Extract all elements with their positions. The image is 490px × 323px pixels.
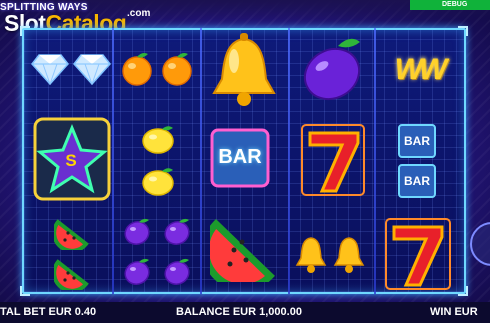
orange-icon xyxy=(118,50,156,88)
lemon-icon xyxy=(138,164,178,200)
bell-icon xyxy=(330,232,368,276)
plum-icon xyxy=(120,214,154,248)
bell-icon xyxy=(204,30,284,112)
total-bet-label: TAL BET EUR 0.40 xyxy=(0,306,97,318)
watermelon-icon xyxy=(52,214,92,252)
orange-icon xyxy=(158,50,196,88)
bar-symbol: BAR xyxy=(398,124,436,158)
watermark-tld: .com xyxy=(127,8,151,19)
reel-divider xyxy=(374,28,376,294)
debug-badge: DEBUG xyxy=(410,0,490,10)
frame-corner-tr xyxy=(458,26,468,36)
win-label: WIN EUR xyxy=(430,306,478,318)
diamond-icon xyxy=(30,52,70,86)
reel-divider xyxy=(200,28,202,294)
lemon-icon xyxy=(138,122,178,158)
watermelon-icon xyxy=(208,212,278,284)
wild-symbol: WW xyxy=(394,53,448,86)
seven-icon xyxy=(382,216,454,292)
plum-icon xyxy=(160,254,194,288)
frame-corner-bl xyxy=(20,286,30,296)
reel-divider xyxy=(112,28,114,294)
side-control-button[interactable] xyxy=(470,222,490,266)
bell-icon xyxy=(292,232,330,276)
plum-icon xyxy=(296,32,368,108)
frame-corner-tl xyxy=(20,26,30,36)
plum-icon xyxy=(120,254,154,288)
diamond-icon xyxy=(72,52,112,86)
balance-label: BALANCE EUR 1,000.00 xyxy=(176,306,302,318)
scatter-symbol-letter: S xyxy=(65,151,77,170)
seven-icon xyxy=(298,122,368,198)
bar-symbol-text: BAR xyxy=(218,145,262,168)
watermelon-icon xyxy=(52,254,92,292)
reel-divider xyxy=(288,28,290,294)
frame-corner-br xyxy=(458,286,468,296)
plum-icon xyxy=(160,214,194,248)
status-bar: TAL BET EUR 0.40 BALANCE EUR 1,000.00 WI… xyxy=(0,302,490,323)
bar-symbol: BAR xyxy=(398,164,436,198)
